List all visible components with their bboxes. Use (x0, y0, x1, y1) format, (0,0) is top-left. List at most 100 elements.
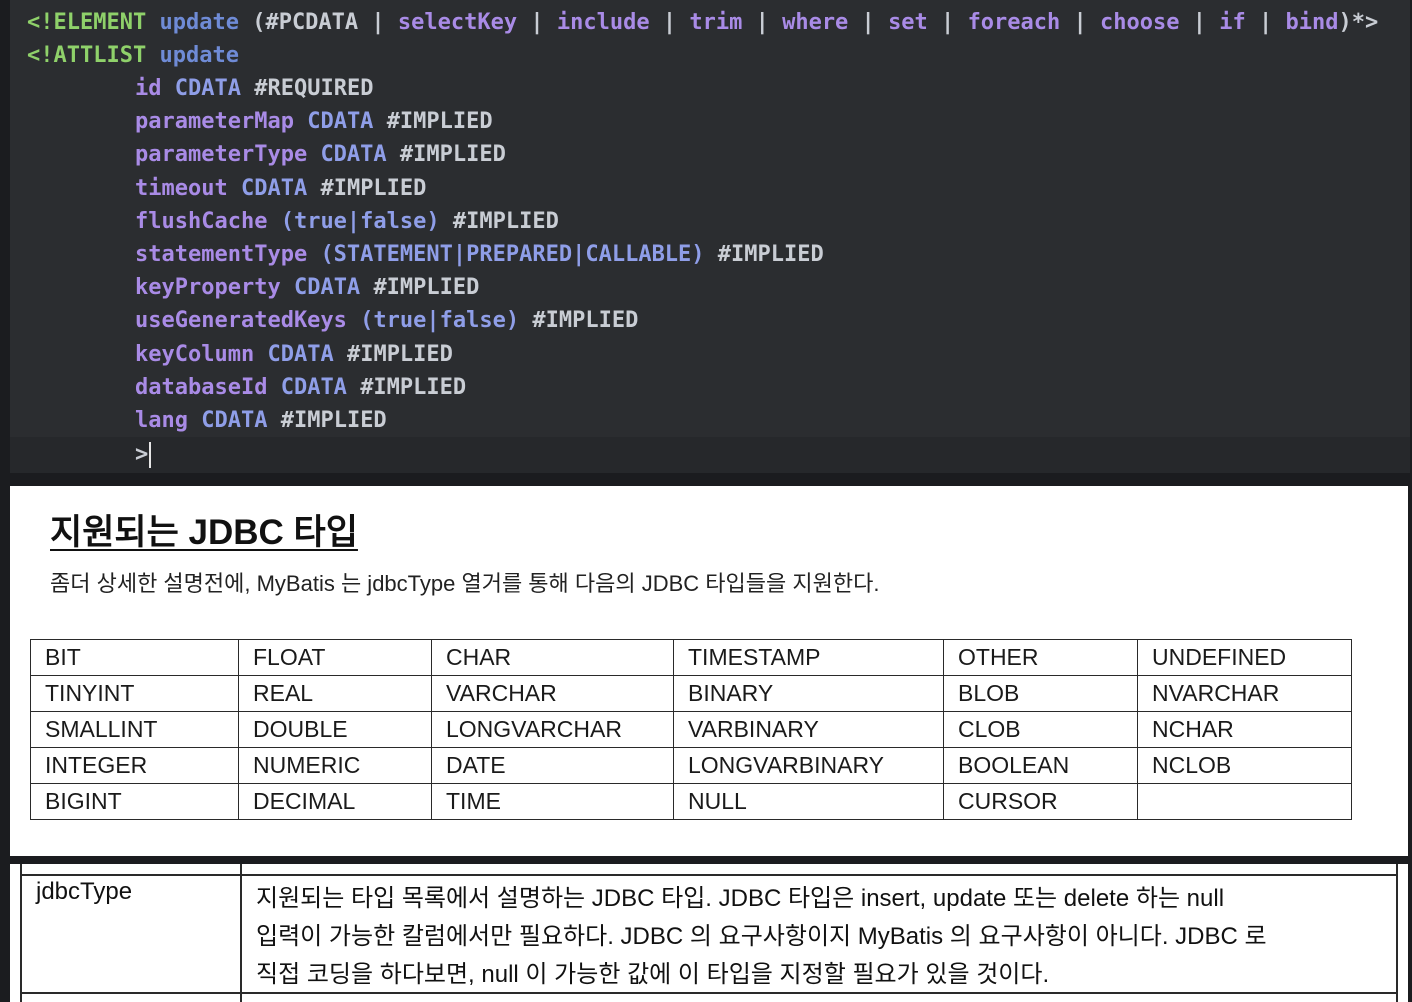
table-cell: DATE (431, 747, 674, 784)
documentation-panel: 지원되는 JDBC 타입 좀더 상세한 설명전에, MyBatis 는 jdbc… (10, 486, 1408, 856)
attribute-type: CDATA (293, 275, 361, 301)
attribute-default: #IMPLIED (360, 374, 467, 400)
table-cell (1137, 783, 1352, 820)
element-child: where (782, 10, 849, 35)
table-cell: NUMERIC (238, 747, 432, 784)
table-row: BIT FLOAT CHAR TIMESTAMP OTHER UNDEFINED (30, 639, 1352, 676)
table-cell: LONGVARCHAR (431, 711, 674, 748)
attribute-type: CDATA (267, 341, 334, 367)
property-table: jdbcType 지원되는 타입 목록에서 설명하는 JDBC 타입. JDBC… (10, 864, 1408, 1002)
table-border-top (20, 874, 1396, 876)
code-editor[interactable]: <!ELEMENT update (#PCDATA | selectKey | … (10, 0, 1410, 473)
table-cell: DECIMAL (238, 783, 432, 820)
attribute-name: flushCache (135, 208, 268, 234)
attribute-default: #IMPLIED (320, 175, 427, 201)
element-children: selectKey | include | trim | where | set… (398, 10, 1339, 35)
element-keyword: <!ELEMENT (27, 10, 147, 35)
element-child: selectKey (397, 10, 518, 35)
attlist-declaration-line: <!ATTLIST update (27, 39, 239, 72)
attribute-type: (true|false) (280, 208, 440, 234)
property-name: jdbcType (36, 878, 133, 905)
attribute-type: CDATA (320, 142, 387, 168)
jdbc-types-table: BIT FLOAT CHAR TIMESTAMP OTHER UNDEFINED TINYI… (30, 639, 1352, 820)
table-cell: DOUBLE (238, 711, 432, 748)
attribute-name: databaseId (135, 374, 268, 400)
element-name: update (159, 10, 239, 35)
current-line-highlight (10, 437, 1410, 473)
element-child: if (1219, 10, 1246, 35)
attribute-line: timeout CDATA #IMPLIED (135, 172, 426, 205)
table-border-right (1396, 864, 1398, 1002)
closing-line: > (135, 438, 152, 471)
table-cell: CLOB (943, 711, 1138, 748)
attribute-line: flushCache (true|false) #IMPLIED (135, 205, 559, 238)
attribute-name: timeout (135, 175, 228, 201)
child-separator: | (742, 10, 783, 35)
table-row: SMALLINT DOUBLE LONGVARCHAR VARBINARY CLOB NC… (30, 711, 1352, 748)
table-cell: NULL (673, 783, 944, 820)
attribute-default: #IMPLIED (532, 308, 639, 334)
attribute-name: id (135, 76, 162, 101)
element-child: foreach (967, 10, 1061, 35)
table-row: TINYINT REAL VARCHAR BINARY BLOB NVARCHAR (30, 675, 1352, 712)
element-child: choose (1100, 10, 1180, 35)
child-separator: | (649, 10, 690, 35)
attribute-default: #IMPLIED (373, 275, 480, 301)
child-separator: | (1245, 10, 1286, 35)
attlist-name: update (159, 43, 239, 68)
attribute-name: statementType (135, 242, 308, 267)
element-child: bind (1285, 10, 1339, 35)
attribute-line: useGeneratedKeys (true|false) #IMPLIED (135, 304, 638, 337)
child-separator: | (1060, 10, 1101, 35)
table-cell: NVARCHAR (1137, 675, 1352, 712)
element-child: set (888, 10, 928, 35)
attribute-type: CDATA (240, 175, 308, 201)
table-cell: BIT (30, 639, 239, 676)
attribute-line: id CDATA #REQUIRED (135, 72, 373, 105)
attribute-name: lang (135, 408, 188, 433)
table-cell: CURSOR (943, 783, 1138, 820)
attribute-line: databaseId CDATA #IMPLIED (135, 371, 466, 404)
table-cell: NCHAR (1137, 711, 1352, 748)
section-description: 좀더 상세한 설명전에, MyBatis 는 jdbcType 열거를 통해 다… (50, 571, 880, 596)
attribute-line: keyProperty CDATA #IMPLIED (135, 271, 479, 304)
section-heading: 지원되는 JDBC 타입 (50, 513, 358, 552)
attribute-name: keyProperty (135, 275, 281, 301)
table-cell: BIGINT (30, 783, 239, 820)
attribute-type: (STATEMENT|PREPARED|CALLABLE) (320, 242, 705, 267)
attlist-keyword: <!ATTLIST (27, 43, 147, 68)
table-cell: VARBINARY (673, 711, 944, 748)
table-cell: FLOAT (238, 639, 432, 676)
attribute-line: parameterMap CDATA #IMPLIED (135, 105, 493, 138)
attribute-type: CDATA (201, 408, 268, 433)
property-description-line: 입력이 가능한 칼럼에서만 필요하다. JDBC 의 요구사항이지 MyBati… (256, 923, 1267, 950)
table-cell: BINARY (673, 675, 944, 712)
table-cell: OTHER (943, 639, 1138, 676)
attribute-line: parameterType CDATA #IMPLIED (135, 138, 506, 171)
child-separator: | (517, 10, 557, 35)
table-border-bottom (20, 992, 1396, 994)
attribute-type: CDATA (174, 76, 241, 101)
attribute-default: #IMPLIED (399, 142, 506, 168)
attribute-name: parameterType (135, 142, 308, 168)
attribute-default: #REQUIRED (254, 76, 374, 101)
attribute-default: #IMPLIED (717, 242, 824, 267)
element-declaration-line: <!ELEMENT update (#PCDATA | selectKey | … (27, 6, 1378, 39)
closing-bracket: > (135, 442, 149, 467)
property-description-line: 직접 코딩을 하다보면, null 이 가능한 값에 이 타입을 지정할 필요가… (256, 961, 1050, 988)
table-cell: CHAR (431, 639, 674, 676)
table-cell: BOOLEAN (943, 747, 1138, 784)
attribute-default: #IMPLIED (452, 208, 559, 234)
child-separator: | (927, 10, 968, 35)
table-border-left (20, 864, 22, 1002)
element-content-close: )*> (1338, 10, 1379, 35)
table-cell: INTEGER (30, 747, 239, 784)
table-cell: NCLOB (1137, 747, 1352, 784)
child-separator: | (848, 10, 889, 35)
attribute-name: parameterMap (135, 109, 294, 135)
attribute-name: keyColumn (135, 341, 255, 367)
table-cell: BLOB (943, 675, 1138, 712)
table-cell: REAL (238, 675, 432, 712)
attribute-name: useGeneratedKeys (135, 308, 347, 334)
table-cell: TINYINT (30, 675, 239, 712)
